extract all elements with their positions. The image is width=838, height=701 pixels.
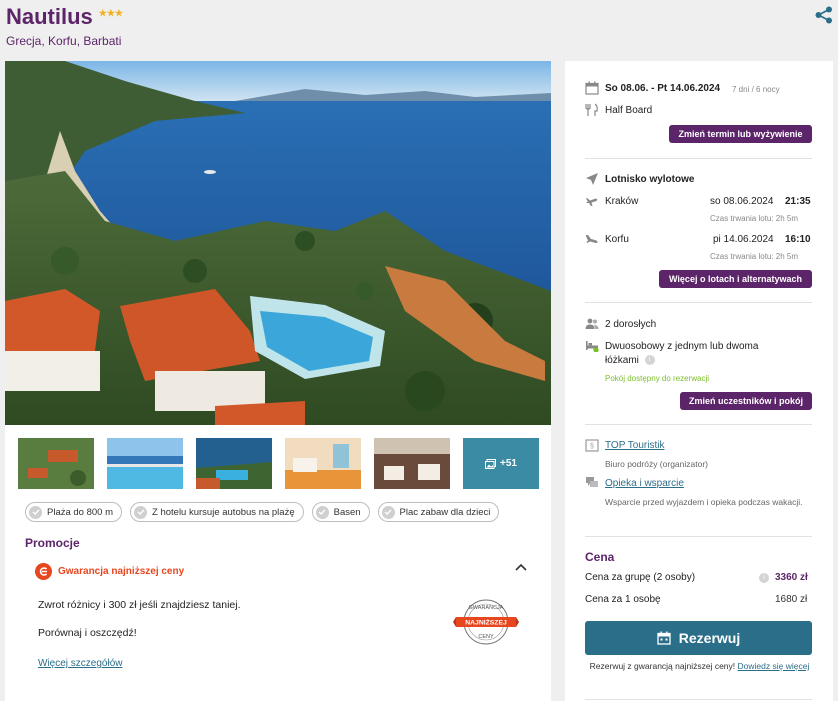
amenity-label: Z hotelu kursuje autobus na plażę: [152, 506, 295, 518]
room-type-text: Dwuosobowy z jednym lub dwoma łóżkami: [605, 341, 759, 366]
outbound-flight-duration: Czas trwania lotu: 2h 5m: [710, 214, 799, 223]
travellers-count: 2 dorosłych: [605, 319, 657, 330]
guarantee-stamp-icon: GWARANCJA NAJNIŻSZEJ CENY: [453, 599, 519, 645]
guarantee-icon: [35, 562, 52, 580]
chevron-up-icon[interactable]: [515, 563, 527, 571]
stamp-mid-text: NAJNIŻSZEJ: [465, 619, 507, 627]
airport-heading: Lotnisko wylotowe: [605, 174, 695, 185]
promo-heading: Promocje: [25, 536, 80, 550]
reserve-label: Rezerwuj: [678, 630, 741, 646]
main-photo[interactable]: [5, 61, 551, 425]
chat-support-icon: [586, 477, 598, 487]
amenity-pill: Z hotelu kursuje autobus na plażę: [130, 502, 304, 522]
support-description: Wsparcie przed wyjazdem i opieka podczas…: [605, 497, 803, 507]
amenity-list: Plaża do 800 m Z hotelu kursuje autobus …: [25, 502, 500, 522]
board-type: Half Board: [605, 105, 653, 116]
calendar-icon: [657, 631, 671, 645]
change-travellers-button[interactable]: Zmień uczestników i pokój: [680, 392, 812, 410]
people-icon: [585, 318, 599, 329]
guarantee-accordion-header[interactable]: Gwarancja najniższej ceny: [35, 561, 527, 581]
more-photos-count: +51: [500, 458, 517, 469]
price-heading: Cena: [585, 550, 615, 564]
bed-icon: [586, 341, 599, 352]
price-group-label: Cena za grupę (2 osoby): [585, 572, 696, 583]
check-icon: [315, 505, 329, 519]
price-person-label: Cena za 1 osobę: [585, 594, 661, 605]
travel-dates: So 08.06. - Pt 14.06.2024: [605, 83, 721, 94]
booking-summary-panel: So 08.06. - Pt 14.06.2024 7 dni / 6 nocy…: [565, 61, 833, 701]
price-person: 1680 zł: [775, 594, 808, 605]
organizer-link[interactable]: TOP Touristik: [605, 440, 664, 451]
outbound-date: so 08.06.2024: [710, 196, 774, 207]
outbound-city: Kraków: [605, 196, 639, 207]
inbound-city: Korfu: [605, 234, 629, 245]
guarantee-text-2: Porównaj i oszczędź!: [38, 627, 137, 639]
check-icon: [29, 505, 42, 519]
inbound-time: 16:10: [785, 234, 811, 245]
stamp-top-text: GWARANCJA: [469, 605, 504, 611]
photo-thumbnails: +51: [18, 438, 539, 489]
thumbnail-restaurant[interactable]: [374, 438, 450, 489]
more-flights-button[interactable]: Więcej o lotach i alternatywach: [659, 270, 812, 288]
change-date-button[interactable]: Zmień termin lub wyżywienie: [669, 125, 812, 143]
plane-icon: [586, 173, 598, 185]
amenity-label: Basen: [333, 506, 361, 518]
cutlery-icon: [585, 103, 598, 116]
amenity-pill: Plac zabaw dla dzieci: [377, 502, 500, 522]
star-rating: ★★★: [98, 7, 124, 18]
svg-text:§: §: [590, 443, 594, 450]
hotel-location: Grecja, Korfu, Barbati: [6, 34, 122, 48]
amenity-pill: Basen: [311, 502, 370, 522]
check-icon: [134, 505, 148, 519]
room-type: Dwuosobowy z jednym lub dwoma łóżkami i: [605, 340, 785, 368]
thumbnail-hotel-aerial[interactable]: [18, 438, 94, 489]
reserve-note-text: Rezerwuj z gwarancją najniższej ceny!: [589, 661, 736, 671]
calendar-icon: [585, 81, 599, 95]
organizer-description: Biuro podróży (organizator): [605, 459, 708, 469]
thumbnail-pool-sea-view[interactable]: [107, 438, 183, 489]
support-link[interactable]: Opieka i wsparcie: [605, 478, 684, 489]
hotel-name: Nautilus: [6, 4, 93, 29]
thumbnail-room-interior[interactable]: [285, 438, 361, 489]
check-icon: [381, 505, 395, 519]
price-info-icon[interactable]: i: [759, 573, 769, 583]
organizer-icon: §: [585, 439, 599, 452]
stamp-bottom-text: CENY: [478, 634, 494, 640]
hotel-title: Nautilus ★★★: [6, 4, 123, 30]
departure-icon: [586, 198, 598, 206]
hotel-details-panel: +51 Plaża do 800 m Z hotelu kursuje auto…: [5, 425, 551, 701]
travel-duration: 7 dni / 6 nocy: [732, 85, 780, 94]
price-group: 3360 zł: [775, 572, 808, 583]
share-icon[interactable]: [814, 6, 834, 24]
guarantee-text-1: Zwrot różnicy i 300 zł jeśli znajdziesz …: [38, 599, 241, 611]
reserve-note: Rezerwuj z gwarancją najniższej ceny! Do…: [587, 660, 812, 672]
outbound-time: 21:35: [785, 196, 811, 207]
arrival-icon: [586, 235, 598, 243]
info-icon[interactable]: i: [644, 355, 655, 366]
room-availability: Pokój dostępny do rezerwacji: [605, 374, 710, 383]
reserve-button[interactable]: Rezerwuj: [585, 621, 812, 655]
inbound-date: pi 14.06.2024: [713, 234, 774, 245]
more-photos-button[interactable]: +51: [463, 438, 539, 489]
guarantee-title: Gwarancja najniższej ceny: [58, 565, 185, 577]
amenity-label: Plac zabaw dla dzieci: [399, 506, 491, 518]
more-details-link[interactable]: Więcej szczegółów: [38, 658, 122, 669]
inbound-flight-duration: Czas trwania lotu: 2h 5m: [710, 252, 799, 261]
learn-more-link[interactable]: Dowiedz się więcej: [738, 661, 810, 671]
thumbnail-pool-terrace[interactable]: [196, 438, 272, 489]
gallery-icon: [485, 458, 497, 469]
amenity-pill: Plaża do 800 m: [25, 502, 123, 522]
amenity-label: Plaża do 800 m: [47, 506, 114, 518]
